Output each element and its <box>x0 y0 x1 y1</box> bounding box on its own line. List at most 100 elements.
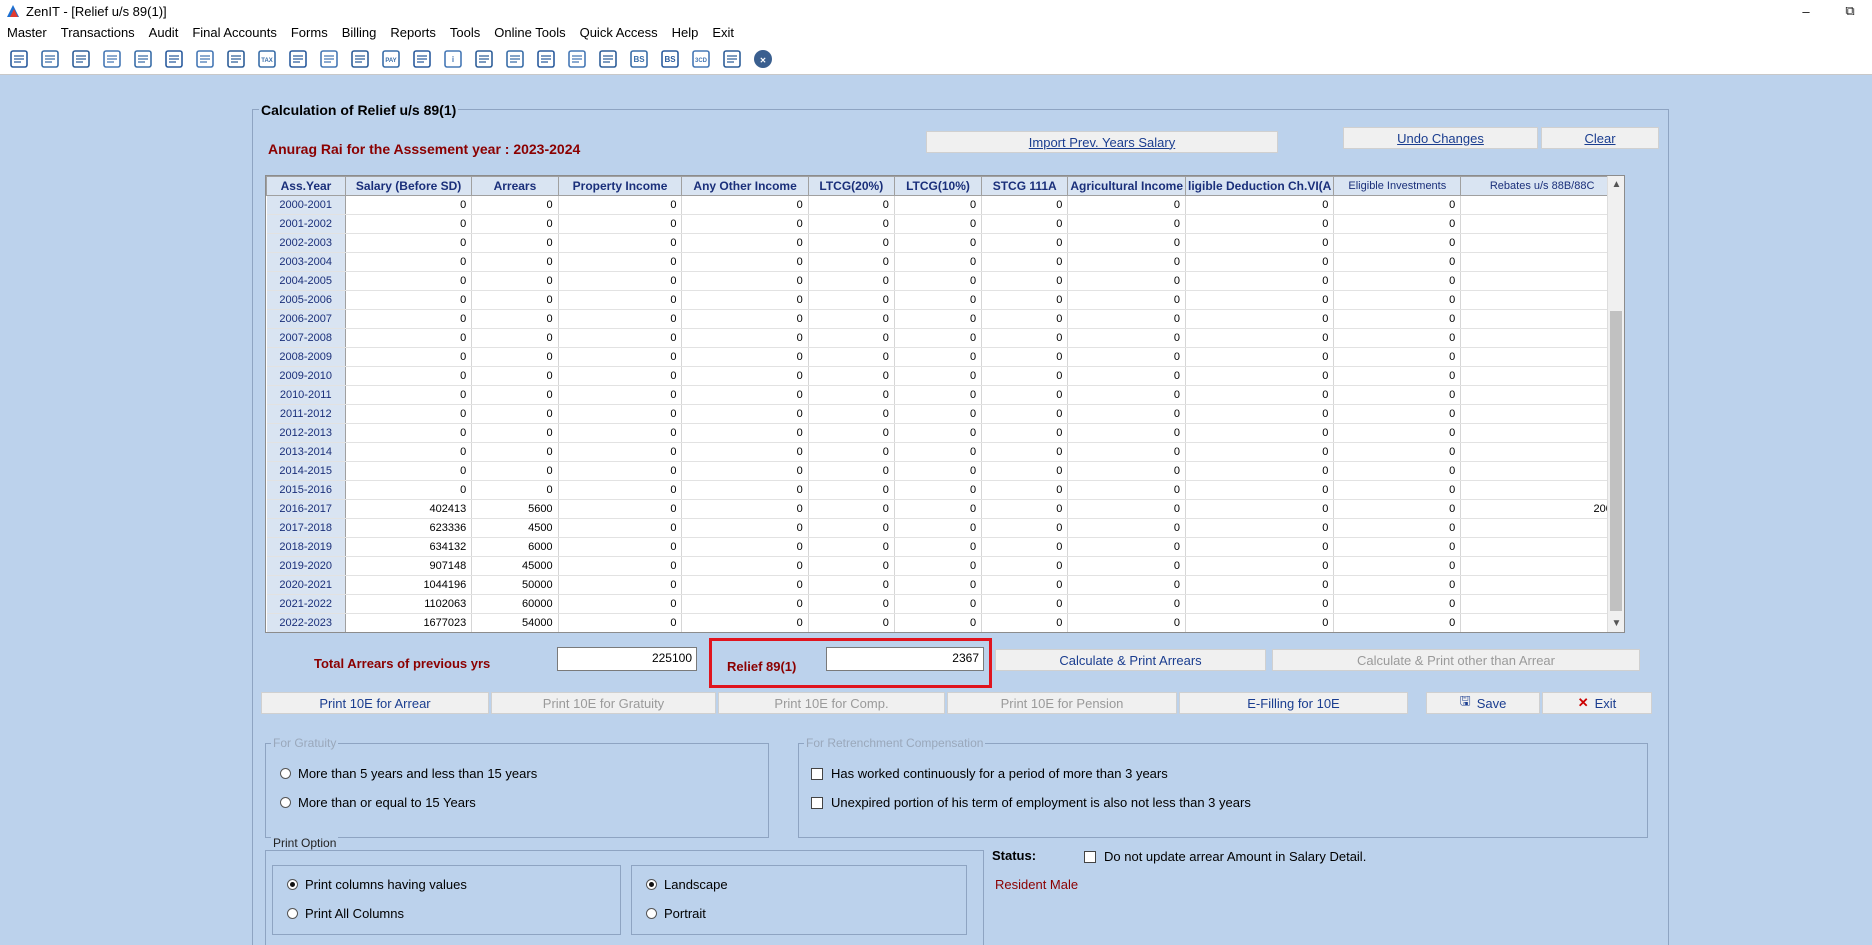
value-cell[interactable]: 0 <box>808 271 895 291</box>
value-cell[interactable]: 0 <box>1067 537 1187 557</box>
unexpired-term-checkbox[interactable]: Unexpired portion of his term of employm… <box>811 795 1251 810</box>
value-cell[interactable]: 0 <box>981 195 1069 215</box>
value-cell[interactable]: 0 <box>1185 442 1335 462</box>
value-cell[interactable]: 0 <box>808 366 895 386</box>
value-cell[interactable]: 0 <box>1185 480 1335 500</box>
value-cell[interactable]: 0 <box>1333 271 1462 291</box>
total-arrears-field[interactable]: 225100 <box>557 647 697 671</box>
column-header[interactable]: LTCG(20%) <box>807 176 895 196</box>
value-cell[interactable]: 0 <box>808 404 895 424</box>
column-header[interactable]: Eligible Investments <box>1333 176 1462 196</box>
close-circle-icon[interactable]: ✕ <box>747 44 778 74</box>
restore-button[interactable]: ⧉ <box>1828 0 1872 22</box>
value-cell[interactable]: 0 <box>1067 233 1187 253</box>
table-row[interactable]: 2014-201500000000000 <box>266 461 1624 481</box>
value-cell[interactable]: 0 <box>808 480 895 500</box>
value-cell[interactable]: 0 <box>894 594 983 614</box>
value-cell[interactable]: 0 <box>345 461 473 481</box>
value-cell[interactable]: 0 <box>894 480 983 500</box>
tax-icon[interactable]: TAX <box>251 44 282 74</box>
value-cell[interactable]: 0 <box>981 518 1069 538</box>
value-cell[interactable]: 0 <box>894 499 983 519</box>
value-cell[interactable]: 0 <box>1067 442 1187 462</box>
value-cell[interactable]: 0 <box>345 195 473 215</box>
filter-icon[interactable] <box>220 44 251 74</box>
value-cell[interactable]: 0 <box>894 556 983 576</box>
value-cell[interactable]: 0 <box>1333 214 1462 234</box>
import-prev-years-button[interactable]: Import Prev. Years Salary <box>926 131 1278 153</box>
table-row[interactable]: 2005-200600000000000 <box>266 290 1624 310</box>
value-cell[interactable]: 0 <box>558 556 683 576</box>
value-cell[interactable]: 0 <box>1333 252 1462 272</box>
value-cell[interactable]: 0 <box>981 233 1069 253</box>
assessment-year-cell[interactable]: 2015-2016 <box>266 480 346 500</box>
value-cell[interactable]: 0 <box>681 613 809 632</box>
value-cell[interactable]: 0 <box>558 195 683 215</box>
value-cell[interactable]: 54000 <box>471 613 559 632</box>
assessment-year-cell[interactable]: 2006-2007 <box>266 309 346 329</box>
value-cell[interactable]: 0 <box>981 271 1069 291</box>
relief-field[interactable]: 2367 <box>826 647 984 671</box>
value-cell[interactable]: 0 <box>808 499 895 519</box>
table-row[interactable]: 2001-200200000000000 <box>266 214 1624 234</box>
menu-tools[interactable]: Tools <box>450 25 480 40</box>
column-header[interactable]: Arrears <box>471 176 559 196</box>
assessment-year-cell[interactable]: 2001-2002 <box>266 214 346 234</box>
menu-quick-access[interactable]: Quick Access <box>580 25 658 40</box>
value-cell[interactable]: 4500 <box>471 518 559 538</box>
menu-forms[interactable]: Forms <box>291 25 328 40</box>
value-cell[interactable]: 1044196 <box>345 575 473 595</box>
table-row[interactable]: 2012-201300000000000 <box>266 423 1624 443</box>
value-cell[interactable]: 0 <box>1333 404 1462 424</box>
value-cell[interactable]: 0 <box>1185 347 1335 367</box>
value-cell[interactable]: 0 <box>981 309 1069 329</box>
gratuity-option-5-15[interactable]: More than 5 years and less than 15 years <box>280 766 537 781</box>
value-cell[interactable]: 0 <box>1185 461 1335 481</box>
table-row[interactable]: 2008-200900000000000 <box>266 347 1624 367</box>
value-cell[interactable]: 0 <box>471 404 559 424</box>
value-cell[interactable]: 0 <box>1333 613 1462 632</box>
book-icon[interactable] <box>406 44 437 74</box>
value-cell[interactable]: 0 <box>1460 290 1624 310</box>
value-cell[interactable]: 0 <box>981 442 1069 462</box>
scroll-down-icon[interactable]: ▼ <box>1608 615 1624 632</box>
value-cell[interactable]: 0 <box>471 347 559 367</box>
value-cell[interactable]: 0 <box>345 290 473 310</box>
print-10e-gratuity-button[interactable]: Print 10E for Gratuity <box>491 692 716 714</box>
assessment-year-cell[interactable]: 2012-2013 <box>266 423 346 443</box>
table-row[interactable]: 2009-201000000000000 <box>266 366 1624 386</box>
value-cell[interactable]: 0 <box>1333 442 1462 462</box>
menu-final-accounts[interactable]: Final Accounts <box>192 25 277 40</box>
value-cell[interactable]: 0 <box>981 575 1069 595</box>
value-cell[interactable]: 0 <box>1185 613 1335 632</box>
value-cell[interactable]: 0 <box>808 461 895 481</box>
value-cell[interactable]: 0 <box>981 613 1069 632</box>
calculate-print-arrears-button[interactable]: Calculate & Print Arrears <box>995 649 1266 671</box>
assessment-year-cell[interactable]: 2013-2014 <box>266 442 346 462</box>
value-cell[interactable]: 0 <box>1460 594 1624 614</box>
value-cell[interactable]: 0 <box>894 309 983 329</box>
value-cell[interactable]: 634132 <box>345 537 473 557</box>
value-cell[interactable]: 0 <box>558 290 683 310</box>
value-cell[interactable]: 0 <box>1460 423 1624 443</box>
value-cell[interactable]: 0 <box>1333 423 1462 443</box>
menu-reports[interactable]: Reports <box>390 25 436 40</box>
value-cell[interactable]: 0 <box>558 252 683 272</box>
print-10e-comp-button[interactable]: Print 10E for Comp. <box>718 692 945 714</box>
value-cell[interactable]: 0 <box>558 214 683 234</box>
table-row[interactable]: 2006-200700000000000 <box>266 309 1624 329</box>
target-icon[interactable] <box>592 44 623 74</box>
value-cell[interactable]: 0 <box>981 214 1069 234</box>
value-cell[interactable]: 0 <box>681 480 809 500</box>
assessment-year-cell[interactable]: 2000-2001 <box>266 195 346 215</box>
value-cell[interactable]: 0 <box>894 290 983 310</box>
column-header[interactable]: Property Income <box>557 176 683 196</box>
value-cell[interactable]: 0 <box>1067 423 1187 443</box>
value-cell[interactable]: 0 <box>894 214 983 234</box>
calculator-icon[interactable] <box>313 44 344 74</box>
value-cell[interactable]: 0 <box>1460 195 1624 215</box>
value-cell[interactable]: 1102063 <box>345 594 473 614</box>
value-cell[interactable]: 0 <box>345 442 473 462</box>
bs-icon[interactable]: BS <box>623 44 654 74</box>
no-update-arrear-checkbox[interactable]: Do not update arrear Amount in Salary De… <box>1084 849 1366 864</box>
